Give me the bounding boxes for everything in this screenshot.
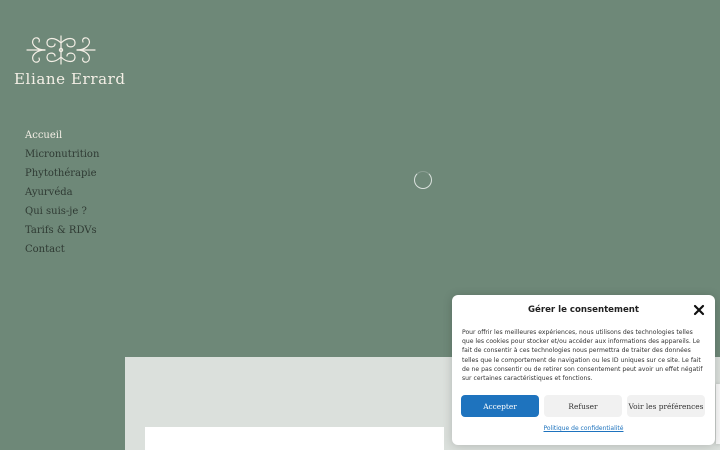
ornament-logo-icon: [26, 35, 96, 65]
refuse-button[interactable]: Refuser: [544, 395, 622, 417]
spinner-icon: [414, 171, 432, 189]
consent-title: Gérer le consentement: [527, 305, 640, 315]
nav-item-phytotherapie: Phytothérapie: [25, 161, 99, 180]
sidebar: Eliane Errard Accueil Micronutrition Phy…: [0, 0, 125, 450]
site-logo[interactable]: Eliane Errard: [12, 33, 125, 93]
privacy-policy-link[interactable]: Politique de confidentialité: [452, 425, 715, 432]
main-nav: Accueil Micronutrition Phytothérapie Ayu…: [25, 123, 99, 256]
consent-message: Pour offrir les meilleures expériences, …: [462, 329, 703, 383]
brand-name: Eliane Errard: [14, 70, 126, 88]
cookie-consent-dialog: Gérer le consentement Pour offrir les me…: [452, 295, 715, 445]
nav-item-micronutrition: Micronutrition: [25, 142, 99, 161]
nav-item-accueil: Accueil: [25, 123, 99, 142]
view-preferences-button[interactable]: Voir les préférences: [627, 395, 705, 417]
nav-item-qui-suis-je: Qui suis-je ?: [25, 199, 99, 218]
close-icon[interactable]: [693, 304, 705, 316]
content-card: [145, 427, 444, 450]
nav-link-contact[interactable]: Contact: [25, 240, 65, 259]
nav-item-tarifs: Tarifs & RDVs: [25, 218, 99, 237]
accept-button[interactable]: Accepter: [461, 395, 539, 417]
recaptcha-badge[interactable]: [716, 384, 720, 444]
